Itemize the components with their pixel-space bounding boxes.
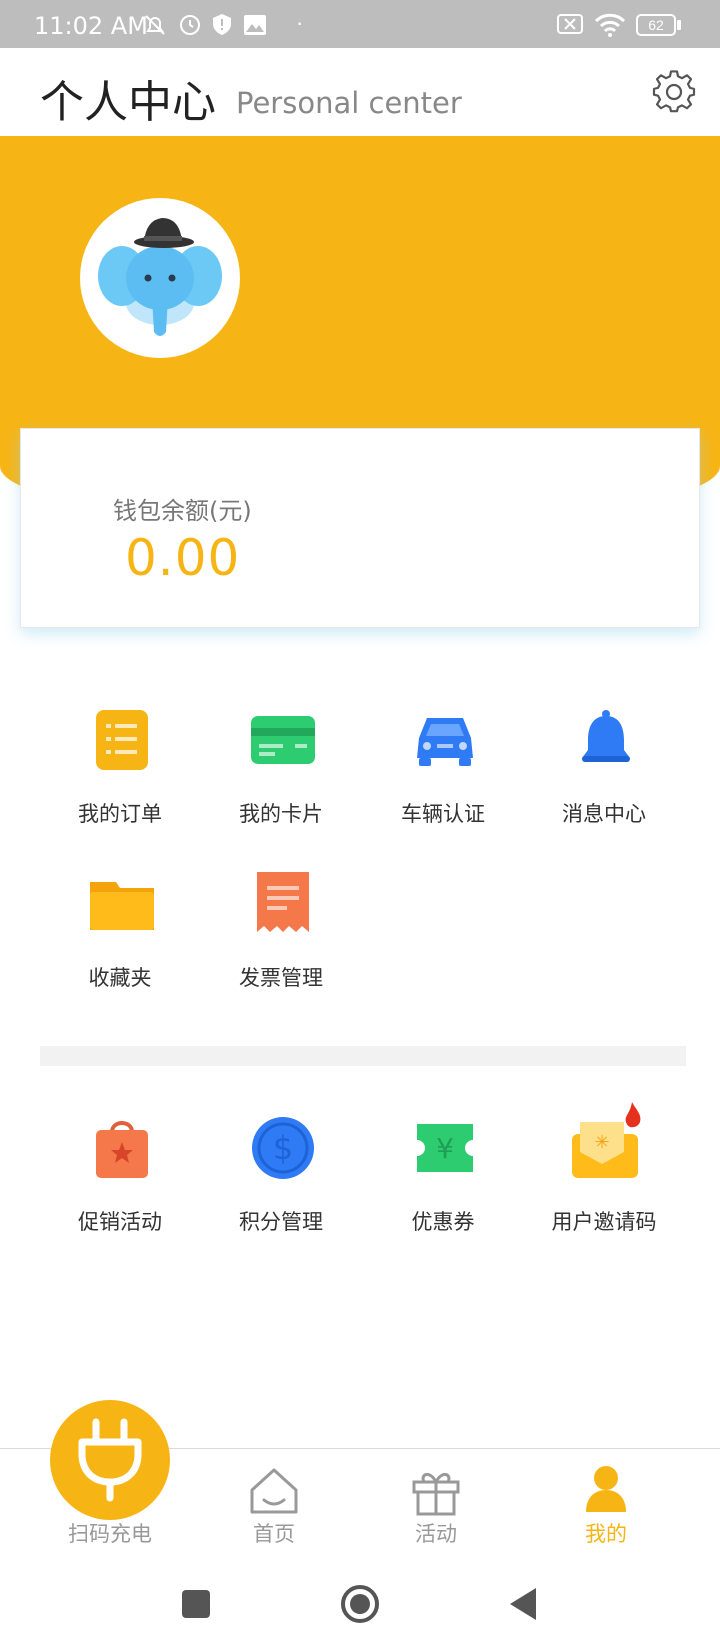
- promo-label: 促销活动: [78, 1210, 162, 1234]
- status-bar: 11:02 AM · 62: [0, 0, 720, 48]
- nav-label: 扫码充电: [68, 1522, 152, 1546]
- promo-label: 优惠券: [411, 1210, 475, 1234]
- wallet-label: 钱包余额(元): [113, 497, 252, 525]
- nav-home[interactable]: 首页: [214, 1460, 334, 1550]
- service-label: 车辆认证: [401, 802, 485, 826]
- system-nav-bar: [0, 1558, 720, 1650]
- nav-label: 活动: [415, 1522, 457, 1546]
- shield-icon: [213, 14, 231, 35]
- svg-text:✳: ✳: [594, 1132, 609, 1153]
- back-button[interactable]: [508, 1586, 540, 1622]
- wallet-balance: 0.00: [125, 529, 241, 587]
- promo-invite-code[interactable]: ✳ 用户邀请码: [524, 1100, 684, 1240]
- coupon-icon: ¥: [417, 1124, 473, 1172]
- service-invoice-management[interactable]: 发票管理: [201, 872, 361, 1012]
- bell-icon: [582, 710, 630, 762]
- image-icon: [244, 15, 266, 35]
- promo-points-management[interactable]: $ 积分管理: [201, 1116, 361, 1256]
- recent-apps-button[interactable]: [182, 1590, 210, 1618]
- svg-text:$: $: [273, 1129, 293, 1167]
- page-title: 个人中心: [40, 77, 216, 128]
- dot-icon: ·: [296, 10, 304, 35]
- service-my-orders[interactable]: 我的订单: [40, 708, 200, 848]
- bell-muted-icon: [145, 15, 165, 35]
- svg-text:¥: ¥: [436, 1132, 454, 1165]
- header: 个人中心 Personal center: [0, 48, 720, 136]
- promo-label: 用户邀请码: [551, 1210, 657, 1234]
- nav-label: 首页: [253, 1522, 295, 1546]
- page-subtitle: Personal center: [236, 86, 462, 120]
- status-time: 11:02 AM: [34, 12, 148, 40]
- avatar[interactable]: [80, 198, 240, 358]
- gift-icon: [412, 1473, 460, 1516]
- service-label: 我的卡片: [239, 802, 323, 826]
- nav-label: 我的: [585, 1522, 627, 1546]
- promo-label: 积分管理: [239, 1210, 323, 1234]
- person-icon: [586, 1466, 626, 1512]
- nav-scan-charge[interactable]: 扫码充电: [50, 1460, 170, 1550]
- alarm-icon: [180, 15, 200, 35]
- folder-icon: [90, 882, 154, 930]
- battery-icon: 62: [636, 14, 676, 36]
- wallet-card[interactable]: 钱包余额(元) 0.00: [20, 428, 700, 628]
- service-my-cards[interactable]: 我的卡片: [201, 708, 361, 848]
- service-message-center[interactable]: 消息中心: [524, 708, 684, 848]
- home-system-button[interactable]: [340, 1584, 380, 1624]
- home-icon: [250, 1468, 298, 1514]
- service-label: 收藏夹: [88, 966, 152, 990]
- service-vehicle-auth[interactable]: 车辆认证: [363, 708, 523, 848]
- service-label: 我的订单: [78, 802, 162, 826]
- battery-tip: [677, 20, 681, 30]
- shopping-bag-icon: [96, 1121, 148, 1178]
- service-favorites[interactable]: 收藏夹: [40, 872, 200, 1012]
- promo-sales-activity[interactable]: 促销活动: [40, 1116, 200, 1256]
- service-label: 发票管理: [239, 966, 323, 990]
- nav-mine[interactable]: 我的: [546, 1460, 666, 1550]
- nav-activity[interactable]: 活动: [376, 1460, 496, 1550]
- section-divider: [40, 1046, 686, 1066]
- elephant-avatar-icon: [98, 218, 222, 336]
- battery-level: 62: [648, 17, 664, 33]
- invite-envelope-icon: ✳: [572, 1102, 641, 1178]
- wifi-icon: [594, 13, 626, 37]
- invoice-icon: [257, 872, 309, 932]
- card-icon: [251, 716, 315, 764]
- promo-coupons[interactable]: ¥ 优惠券: [363, 1116, 523, 1256]
- service-label: 消息中心: [562, 802, 646, 826]
- order-icon: [96, 710, 148, 770]
- dollar-coin-icon: $: [252, 1117, 314, 1179]
- no-sim-icon: [557, 14, 583, 34]
- car-icon: [417, 718, 473, 766]
- gear-icon[interactable]: [652, 70, 696, 114]
